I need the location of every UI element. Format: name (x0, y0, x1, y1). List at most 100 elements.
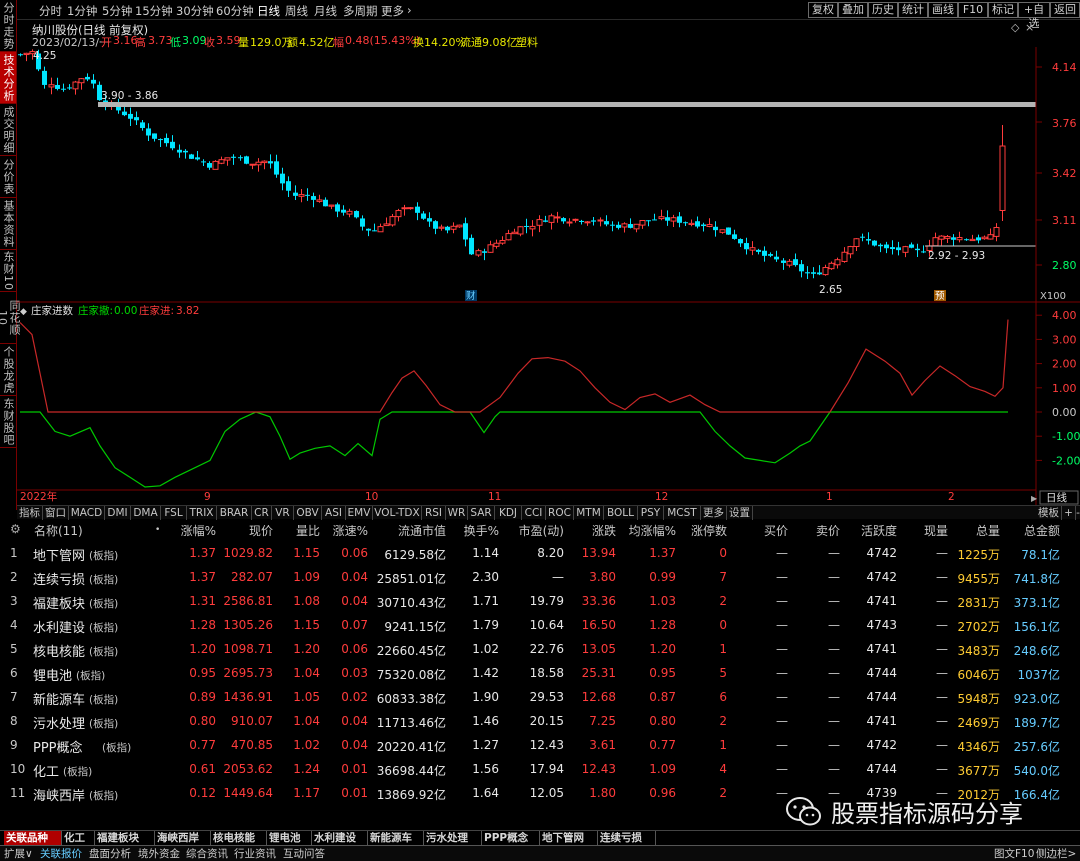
table-row[interactable]: 8 污水处理 (板指) 0.80 910.07 1.04 0.04 11713.46亿 1.46… (0, 710, 1080, 734)
tab-related-item[interactable]: 新能源车 (368, 831, 424, 846)
table-row[interactable]: 4 水利建设 (板指) 1.28 1305.26 1.15 0.07 9241.15亿 1.79… (0, 614, 1080, 638)
candle-up (993, 226, 1000, 237)
tab-rsi[interactable]: RSI (422, 506, 446, 520)
candle-down (951, 237, 956, 240)
indicator-toggle-icon[interactable]: ◆ (20, 307, 27, 317)
tab-vol-tdx[interactable]: VOL-TDX (373, 506, 422, 520)
candle-down (201, 161, 206, 163)
candle-down (286, 181, 291, 191)
tab-vr[interactable]: VR (272, 506, 294, 520)
col-name[interactable]: 名称(11) (34, 522, 83, 539)
tab-wr[interactable]: WR (446, 506, 468, 520)
tab-mcst[interactable]: MCST (664, 506, 701, 520)
col-volratio[interactable]: 量比 (296, 522, 320, 539)
tab-fsl[interactable]: FSL (161, 506, 187, 520)
tab-asi[interactable]: ASI (322, 506, 346, 520)
tab-sar[interactable]: SAR (468, 506, 495, 520)
cell-curvol: — (936, 642, 948, 656)
table-row[interactable]: 5 核电核能 (板指) 1.20 1098.71 1.20 0.06 22660.45亿 1.0… (0, 638, 1080, 662)
col-speed[interactable]: 涨速% (333, 522, 368, 539)
scroll-right-icon[interactable]: ▶ (1031, 494, 1038, 503)
cell-price: 282.07 (231, 570, 273, 584)
cell-curvol: — (936, 714, 948, 728)
price-chart[interactable]: 4.14 3.76 3.42 3.11 2.80 4.25 3.90 - 3.8… (0, 0, 1080, 505)
tab-emv[interactable]: EMV (346, 506, 373, 520)
tab-related-item[interactable]: 锂电池 (267, 831, 312, 846)
candle-up (505, 233, 512, 241)
tab-indicator[interactable]: 指标 (17, 506, 43, 520)
tab-quotes[interactable]: 关联报价 (40, 847, 82, 861)
col-price[interactable]: 现价 (249, 522, 273, 539)
tab-related-item[interactable]: 地下管网 (540, 831, 598, 846)
tab-related-item[interactable]: 核电核能 (211, 831, 267, 846)
tab-foreign[interactable]: 境外资金 (138, 847, 180, 861)
table-row[interactable]: 3 福建板块 (板指) 1.31 2586.81 1.08 0.04 30710.43亿 1.7… (0, 590, 1080, 614)
tab-analysis[interactable]: 盘面分析 (89, 847, 131, 861)
tab-news[interactable]: 综合资讯 (186, 847, 228, 861)
cell-price: 2053.62 (223, 762, 273, 776)
tab-related[interactable]: 关联品种 (4, 831, 62, 846)
cell-curvol: — (936, 666, 948, 680)
table-row[interactable]: 7 新能源车 (板指) 0.89 1436.91 1.05 0.02 60833.38亿 1.9… (0, 686, 1080, 710)
template-button[interactable]: 模板 (1036, 506, 1062, 520)
tab-window[interactable]: 窗口 (43, 506, 69, 520)
col-floatcap[interactable]: 流通市值 (398, 522, 446, 539)
col-curvol[interactable]: 现量 (924, 522, 948, 539)
col-totalvol[interactable]: 总量 (976, 522, 1000, 539)
cell-amount: 540.0亿 (1013, 764, 1060, 778)
table-row[interactable]: 9 PPP概念 (板指) 0.77 470.85 1.02 0.04 20220.41亿 1.2… (0, 734, 1080, 758)
gear-icon[interactable]: ⚙ (10, 522, 21, 536)
tab-roc[interactable]: ROC (546, 506, 574, 520)
tab-related-item[interactable]: 水利建设 (312, 831, 368, 846)
tab-cci[interactable]: CCI (522, 506, 546, 520)
col-bid[interactable]: 买价 (764, 522, 788, 539)
candle-down (604, 221, 609, 225)
tab-cr[interactable]: CR (252, 506, 272, 520)
tab-dmi[interactable]: DMI (105, 506, 131, 520)
tab-related-item[interactable]: 福建板块 (95, 831, 155, 846)
table-row[interactable]: 10 化工 (板指) 0.61 2053.62 1.24 0.01 36698.44亿 1.56… (0, 758, 1080, 782)
sidebar-toggle-button[interactable]: 侧边栏> (1036, 847, 1076, 861)
col-ask[interactable]: 卖价 (816, 522, 840, 539)
pin-icon[interactable]: • (155, 525, 160, 535)
col-change[interactable]: 涨跌 (592, 522, 616, 539)
f10-graphic-button[interactable]: 图文F10 (994, 847, 1034, 861)
tab-brar[interactable]: BRAR (217, 506, 252, 520)
col-activity[interactable]: 活跃度 (861, 522, 897, 539)
tab-settings[interactable]: 设置 (727, 506, 753, 520)
table-row[interactable]: 1 地下管网 (板指) 1.37 1029.82 1.15 0.06 6129.58亿 1.14… (0, 542, 1080, 566)
tab-mtm[interactable]: MTM (574, 506, 604, 520)
tab-related-item[interactable]: 化工 (62, 831, 95, 846)
zoom-out-button[interactable]: - (1076, 506, 1080, 520)
cell-totalvol: 2469万 (957, 716, 1000, 730)
expand-button[interactable]: 扩展∨ (4, 847, 33, 861)
candle-down (146, 128, 151, 136)
col-avgpct[interactable]: 均涨幅% (629, 522, 676, 539)
tab-obv[interactable]: OBV (294, 506, 322, 520)
col-limitup[interactable]: 涨停数 (691, 522, 727, 539)
tab-more[interactable]: 更多 (701, 506, 727, 520)
candle-down (134, 117, 139, 121)
tab-related-item[interactable]: 海峡西岸 (155, 831, 211, 846)
tab-industry-news[interactable]: 行业资讯 (234, 847, 276, 861)
tab-trix[interactable]: TRIX (187, 506, 217, 520)
col-turnover[interactable]: 换手% (464, 522, 499, 539)
col-amount[interactable]: 总金额 (1024, 522, 1060, 539)
col-pe[interactable]: 市盈(动) (519, 522, 564, 539)
tab-kdj[interactable]: KDJ (495, 506, 522, 520)
col-pct[interactable]: 涨幅% (181, 522, 216, 539)
candle-up (316, 199, 323, 202)
tab-qa[interactable]: 互动问答 (283, 847, 325, 861)
tab-related-item[interactable]: 污水处理 (424, 831, 482, 846)
tab-macd[interactable]: MACD (69, 506, 105, 520)
zoom-in-button[interactable]: + (1062, 506, 1076, 520)
time-tick: 2 (948, 491, 955, 503)
table-row[interactable]: 6 锂电池 (板指) 0.95 2695.73 1.04 0.03 75320.08亿 1.42… (0, 662, 1080, 686)
tab-related-item[interactable]: PPP概念 (482, 831, 540, 846)
tab-psy[interactable]: PSY (638, 506, 664, 520)
tab-boll[interactable]: BOLL (604, 506, 638, 520)
tab-dma[interactable]: DMA (131, 506, 161, 520)
table-row[interactable]: 2 连续亏损 (板指) 1.37 282.07 1.09 0.04 25851.01亿 2.30… (0, 566, 1080, 590)
cell-turnover: 1.64 (472, 786, 499, 800)
tab-related-item[interactable]: 连续亏损 (598, 831, 656, 846)
